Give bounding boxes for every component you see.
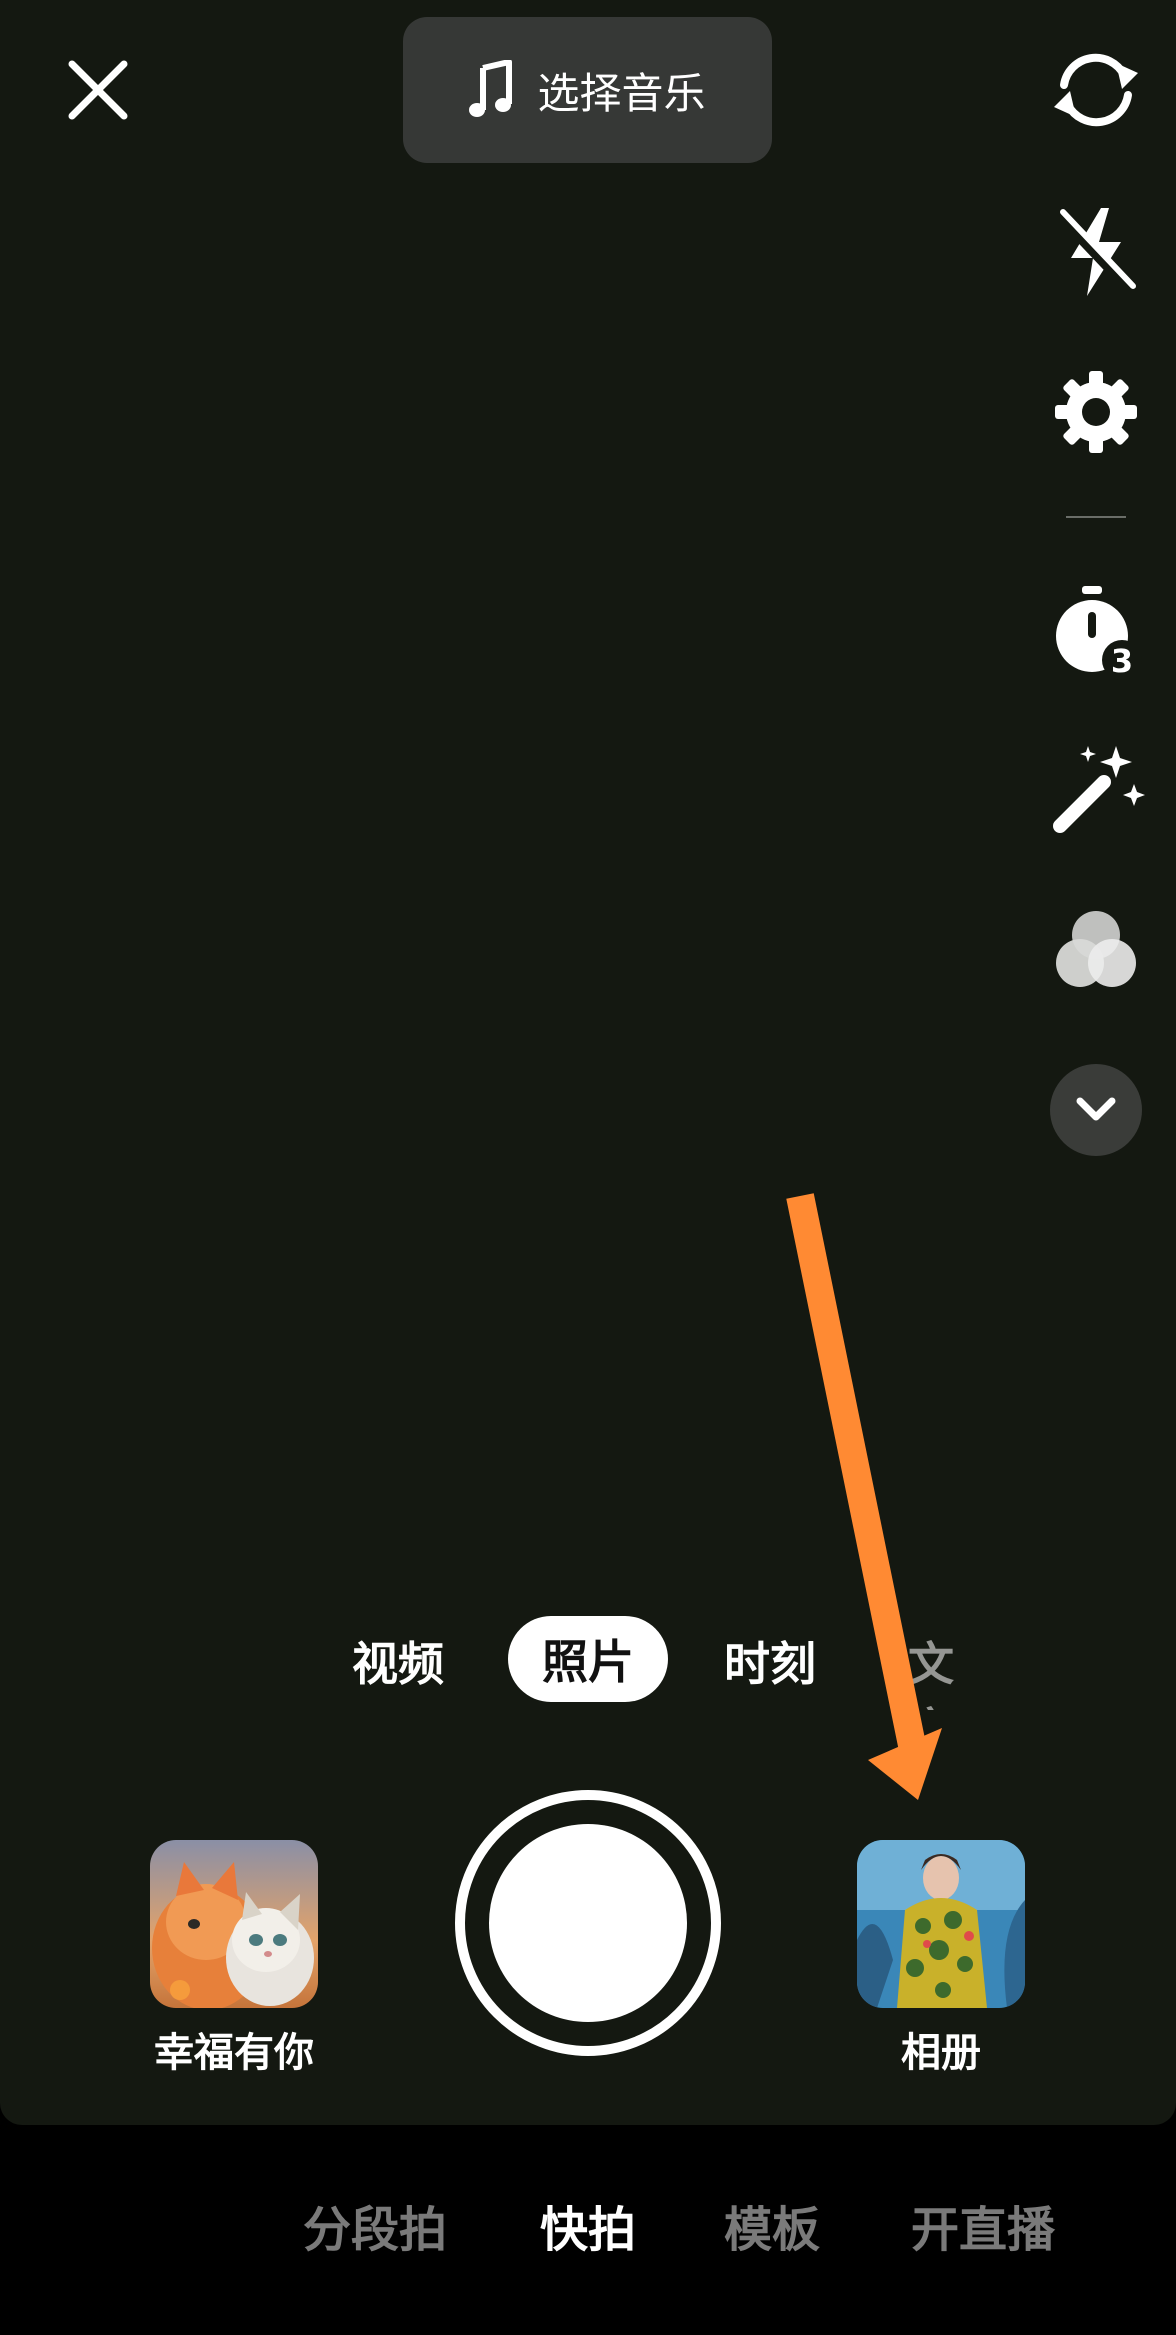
settings-icon	[1055, 371, 1137, 453]
music-note-icon	[469, 60, 513, 117]
mode-text[interactable]: 文字	[908, 1628, 968, 1710]
capture-mode-bar: 视频 照片 时刻 文字	[0, 1610, 1176, 1710]
select-music-label: 选择音乐	[537, 68, 706, 118]
chevron-down-icon	[1076, 1097, 1116, 1121]
flash-off-icon	[1056, 208, 1136, 296]
settings-button[interactable]	[1040, 356, 1152, 468]
bottom-nav: 分段拍 快拍 模板 开直播	[0, 2125, 1176, 2335]
mode-moment[interactable]: 时刻	[724, 1628, 816, 1694]
filter-icon	[1056, 911, 1136, 987]
nav-template[interactable]: 模板	[724, 2190, 820, 2260]
timer-value: 3	[1111, 642, 1133, 680]
album-label: 相册	[901, 2030, 981, 2076]
select-music-button[interactable]: 选择音乐	[403, 17, 772, 163]
more-options-button[interactable]	[1050, 1064, 1142, 1156]
timer-button[interactable]: 3	[1040, 574, 1152, 686]
nav-quick[interactable]: 快拍	[540, 2190, 636, 2260]
effect-thumbnail[interactable]	[150, 1840, 318, 2008]
album-thumbnail[interactable]	[857, 1840, 1025, 2008]
nav-segment[interactable]: 分段拍	[303, 2190, 447, 2260]
close-button[interactable]	[58, 50, 138, 130]
effect-label: 幸福有你	[154, 2030, 314, 2076]
filter-button[interactable]	[1040, 895, 1152, 1007]
toolbar-divider	[1066, 516, 1126, 518]
flip-camera-button[interactable]	[1040, 34, 1152, 146]
mode-photo[interactable]: 照片	[508, 1616, 668, 1702]
album-preview-image	[857, 1840, 1025, 2008]
mode-video[interactable]: 视频	[352, 1628, 444, 1694]
mode-text-clip: 文字	[908, 1610, 968, 1710]
flash-button[interactable]	[1040, 196, 1152, 308]
beauty-wand-icon	[1053, 746, 1145, 833]
beauty-button[interactable]	[1040, 734, 1152, 846]
flip-camera-icon	[1054, 53, 1138, 127]
shutter-button[interactable]	[455, 1790, 721, 2056]
close-icon	[68, 60, 128, 120]
kittens-image	[150, 1840, 318, 2008]
shutter-inner	[489, 1824, 687, 2022]
timer-icon: 3	[1056, 586, 1142, 680]
nav-live[interactable]: 开直播	[911, 2190, 1055, 2260]
